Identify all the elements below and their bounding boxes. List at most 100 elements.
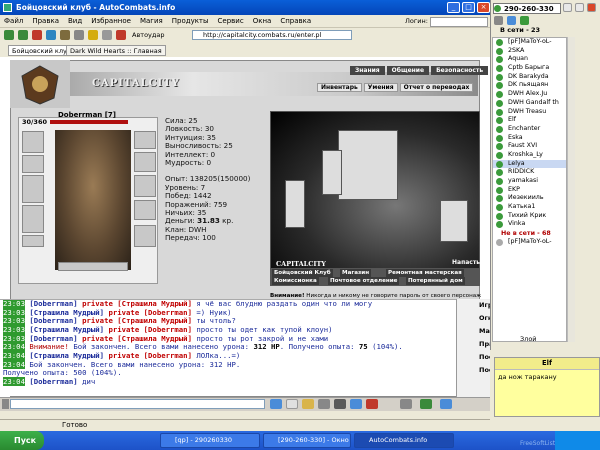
contact-item[interactable]: Vinka bbox=[493, 220, 566, 229]
chat-sender[interactable]: [Doberrman] bbox=[29, 316, 77, 325]
sword-icon[interactable] bbox=[116, 29, 126, 40]
chat-sender[interactable]: [Doberrman] bbox=[29, 334, 77, 343]
speed-icon[interactable] bbox=[334, 399, 346, 409]
nav-skills[interactable]: Умения bbox=[363, 83, 398, 92]
menu-item-4[interactable]: Магия bbox=[140, 15, 163, 27]
settings-icon[interactable] bbox=[400, 399, 412, 409]
tab-fightclub[interactable]: Бойцовский клуб bbox=[8, 45, 75, 56]
belt-slot[interactable] bbox=[22, 235, 44, 247]
online-user[interactable]: Пос bbox=[479, 351, 490, 364]
city-nav-club[interactable]: Бойцовский Клуб bbox=[272, 269, 333, 277]
menu-item-2[interactable]: Вид bbox=[68, 15, 82, 27]
boots-slot[interactable] bbox=[134, 225, 156, 247]
contact-item[interactable]: Lelya bbox=[493, 159, 566, 169]
refresh-icon[interactable] bbox=[46, 29, 56, 40]
contact-item[interactable]: EKP bbox=[493, 186, 566, 195]
nav-communication[interactable]: Общение bbox=[386, 66, 430, 75]
task-autocombats[interactable]: AutoCombats.info bbox=[354, 433, 454, 448]
autoudar-button[interactable]: Автоудар bbox=[132, 31, 165, 39]
chat-sender[interactable]: [Страшила Мудрый] bbox=[29, 308, 104, 317]
contact-item[interactable]: Cptb Барыга bbox=[493, 64, 566, 73]
ring-slot[interactable] bbox=[134, 200, 156, 220]
chat-input[interactable] bbox=[10, 399, 265, 409]
chat-recipient[interactable]: [Страшила Мудрый] bbox=[117, 334, 192, 343]
contact-item[interactable]: yamakasi bbox=[493, 177, 566, 186]
address-input[interactable]: http://capitalcity.combats.ru/enter.pl bbox=[192, 30, 352, 40]
weapon-slot[interactable] bbox=[22, 175, 44, 203]
contact-item[interactable]: DK пьящаян bbox=[493, 81, 566, 90]
city-nav-shop[interactable]: Магазин bbox=[340, 269, 372, 277]
city-nav-commission[interactable]: Комиссионка bbox=[272, 277, 319, 285]
city-nav-post[interactable]: Почтовое отделение bbox=[328, 277, 400, 285]
belt-items[interactable] bbox=[58, 262, 128, 271]
start-button[interactable]: Пуск bbox=[0, 431, 44, 450]
contact-item[interactable]: Тихий Крик bbox=[493, 212, 566, 221]
attack-button[interactable]: Напасть bbox=[452, 259, 480, 266]
menu-item-0[interactable]: Файл bbox=[4, 15, 23, 27]
online-user[interactable]: Пос bbox=[479, 364, 490, 377]
chat-recipient[interactable]: [Doberrman] bbox=[144, 325, 192, 334]
message-popup[interactable]: Elf да нож таракану bbox=[494, 357, 600, 417]
contact-item[interactable]: Faust XVI bbox=[493, 142, 566, 151]
character-avatar[interactable] bbox=[55, 130, 131, 270]
contact-item[interactable]: RIDDICK bbox=[493, 168, 566, 177]
clear-icon[interactable] bbox=[286, 399, 298, 409]
chat-sender[interactable]: [Doberrman] bbox=[29, 300, 77, 308]
chat-prefix-icon[interactable] bbox=[2, 399, 9, 409]
online-user[interactable]: Игро bbox=[479, 299, 490, 312]
chat-recipient[interactable]: [Doberrman] bbox=[144, 308, 192, 317]
nav-knowledge[interactable]: Знания bbox=[350, 66, 385, 75]
city-nav-repair[interactable]: Ремонтная мастерская bbox=[386, 269, 464, 277]
roster-close-button[interactable] bbox=[587, 3, 596, 12]
post-office-building[interactable] bbox=[440, 200, 468, 242]
contact-item[interactable]: Kroshka_Ly bbox=[493, 151, 566, 160]
contact-item[interactable]: Катька1 bbox=[493, 203, 566, 212]
contact-scrollbar[interactable] bbox=[567, 37, 575, 342]
contact-item[interactable]: Elf bbox=[493, 116, 566, 125]
contact-item[interactable]: [pF]MaToY-oL- bbox=[493, 38, 566, 47]
smiley-icon[interactable] bbox=[302, 399, 314, 409]
task-qp[interactable]: [qp] - 290260330 bbox=[160, 433, 260, 448]
menu-item-7[interactable]: Окна bbox=[253, 15, 272, 27]
maximize-button[interactable]: □ bbox=[462, 2, 475, 13]
necklace-slot[interactable] bbox=[22, 155, 44, 173]
menu-item-3[interactable]: Избранное bbox=[91, 15, 131, 27]
roster-add-icon[interactable] bbox=[520, 16, 529, 25]
castle-building[interactable] bbox=[338, 130, 398, 200]
contact-list[interactable]: [pF]MaToY-oL- 2SKA Aquan Cptb Барыга DK Bara… bbox=[492, 37, 567, 342]
menu-item-1[interactable]: Правка bbox=[32, 15, 59, 27]
roster-menu-icon[interactable] bbox=[494, 16, 503, 25]
contact-item[interactable]: DWH Alex.Ju bbox=[493, 90, 566, 99]
contact-item[interactable]: Aquan bbox=[493, 55, 566, 64]
contact-item-offline[interactable]: [pF]MaToY-oL- bbox=[493, 238, 566, 247]
contact-item[interactable]: DK Barakyda bbox=[493, 73, 566, 82]
nav-security[interactable]: Безопасность bbox=[431, 66, 489, 75]
chat-recipient[interactable]: [Страшила Мудрый] bbox=[117, 316, 192, 325]
armor-slot[interactable] bbox=[22, 205, 44, 233]
menu-item-8[interactable]: Справка bbox=[280, 15, 311, 27]
online-user[interactable]: Прайн bbox=[479, 338, 490, 351]
exit-icon[interactable] bbox=[366, 399, 378, 409]
chat-recipient[interactable]: [Страшила Мудрый] bbox=[117, 300, 192, 308]
home-icon[interactable] bbox=[60, 29, 70, 40]
contact-item[interactable]: Eska bbox=[493, 134, 566, 143]
online-user[interactable]: Огн bbox=[479, 312, 490, 325]
favorites-icon[interactable] bbox=[88, 29, 98, 40]
close-button[interactable]: × bbox=[477, 2, 490, 13]
roster-max-button[interactable] bbox=[575, 3, 584, 12]
nav-inventory[interactable]: Инвентарь bbox=[317, 83, 362, 92]
nav-transfers[interactable]: Отчет о переводах bbox=[399, 83, 474, 92]
forward-icon[interactable] bbox=[18, 29, 28, 40]
filter-icon[interactable] bbox=[318, 399, 330, 409]
helmet-slot[interactable] bbox=[22, 131, 44, 153]
tab-dwh[interactable]: Dark Wild Hearts :: Главная bbox=[66, 45, 166, 56]
contact-item[interactable]: Enchanter bbox=[493, 125, 566, 134]
send-icon[interactable] bbox=[270, 399, 282, 409]
login-combo[interactable] bbox=[430, 17, 488, 27]
back-icon[interactable] bbox=[4, 29, 14, 40]
print-icon[interactable] bbox=[74, 29, 84, 40]
contact-item[interactable]: Иезекииль bbox=[493, 194, 566, 203]
chat-scroll-icon[interactable] bbox=[440, 399, 452, 409]
shield-slot[interactable] bbox=[134, 175, 156, 197]
minimize-button[interactable]: _ bbox=[447, 2, 460, 13]
